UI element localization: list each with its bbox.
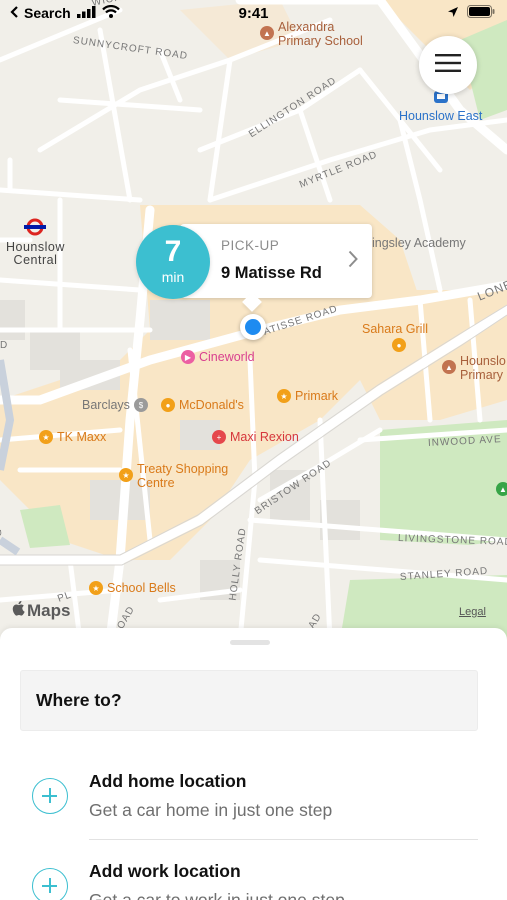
shopping-icon: ★ [119, 468, 133, 482]
apple-icon [12, 600, 26, 621]
menu-button[interactable] [419, 36, 477, 94]
shopping-icon: ★ [89, 581, 103, 595]
home-subtitle: Get a car home in just one step [89, 800, 333, 820]
poi-treaty-centre[interactable]: ★ Treaty Shopping Centre [119, 462, 228, 490]
poi-label: McDonald's [179, 398, 244, 412]
poi-label: Primark [295, 389, 339, 403]
eta-unit: min [161, 269, 185, 285]
maps-attribution: Maps [12, 600, 70, 621]
underground-icon [24, 218, 47, 239]
status-bar: Search 9:41 [0, 0, 507, 28]
medical-icon: + [212, 430, 226, 444]
poi-primark[interactable]: ★ Primark [277, 389, 338, 403]
sheet-grabber[interactable] [230, 640, 270, 645]
battery-icon [467, 5, 495, 21]
legal-link[interactable]: Legal [459, 606, 486, 618]
add-work-location-row[interactable]: Add work location Get a car to work in j… [0, 848, 507, 900]
poi-mcdonalds[interactable]: ● McDonald's [161, 398, 244, 412]
place-label: Hounslo Primary [460, 354, 506, 382]
chevron-right-icon [348, 250, 358, 273]
home-title: Add home location [89, 771, 247, 791]
food-icon: ● [392, 338, 406, 352]
place-label: Hounslow East [399, 109, 483, 123]
poi-label: TK Maxx [57, 430, 107, 444]
poi-tk-maxx[interactable]: ★ TK Maxx [39, 430, 106, 444]
menu-icon [435, 53, 461, 78]
poi-label: School Bells [107, 581, 176, 595]
plus-circle-icon [32, 778, 68, 814]
location-arrow-icon [447, 5, 459, 21]
where-to-search-field[interactable]: Where to? [20, 670, 478, 731]
road-label: D [0, 340, 9, 351]
school-icon: ▲ [442, 360, 456, 374]
plus-circle-icon [32, 868, 68, 900]
poi-label: Cineworld [199, 350, 255, 364]
poi-maxi-rexion[interactable]: + Maxi Rexion [212, 430, 299, 444]
tree-icon: ▲ [496, 482, 507, 496]
bank-icon: $ [133, 398, 148, 412]
poi-school-bells[interactable]: ★ School Bells [89, 581, 176, 595]
pickup-label: PICK-UP [221, 238, 280, 253]
school-icon: ▲ [260, 26, 274, 40]
poi-label: Treaty Shopping Centre [137, 462, 229, 490]
poi-park[interactable]: ▲ [496, 482, 507, 496]
maps-text: Maps [27, 600, 71, 620]
work-subtitle: Get a car to work in just one step [89, 890, 345, 900]
poi-label: Sahara Grill [362, 322, 428, 336]
map-view[interactable]: WICK ROA SUNNYCROFT ROAD ELLINGTON ROAD … [0, 0, 507, 640]
pickup-address: 9 Matisse Rd [221, 264, 322, 282]
poi-hounslow-central[interactable]: Hounslow Central [6, 218, 65, 267]
poi-hounslow-primary[interactable]: ▲ Hounslo Primary [442, 354, 506, 382]
bottom-sheet: Where to? Add home location Get a car ho… [0, 628, 507, 900]
cinema-icon: ▶ [181, 350, 195, 364]
poi-sahara-grill[interactable]: Sahara Grill ● [362, 322, 428, 352]
divider [89, 839, 478, 840]
poi-barclays[interactable]: $ Barclays [82, 398, 148, 412]
poi-label: Maxi Rexion [230, 430, 299, 444]
add-home-location-row[interactable]: Add home location Get a car home in just… [0, 758, 507, 838]
pickup-eta-badge: 7 min [136, 225, 210, 299]
place-label: Hounslow Central [6, 240, 65, 267]
shopping-icon: ★ [277, 389, 291, 403]
place-label: ingsley Academy [372, 236, 466, 250]
current-location-dot [240, 314, 266, 340]
poi-hounslow-east[interactable]: Hounslow East [399, 90, 482, 123]
poi-cineworld[interactable]: ▶ Cineworld [181, 350, 255, 364]
status-time: 9:41 [238, 5, 269, 22]
work-title: Add work location [89, 861, 241, 881]
poi-label: Barclays [82, 398, 130, 412]
poi-kingsley-academy[interactable]: ingsley Academy [372, 236, 466, 250]
shopping-icon: ★ [39, 430, 53, 444]
eta-value: 7 [164, 235, 182, 268]
food-icon: ● [161, 398, 175, 412]
